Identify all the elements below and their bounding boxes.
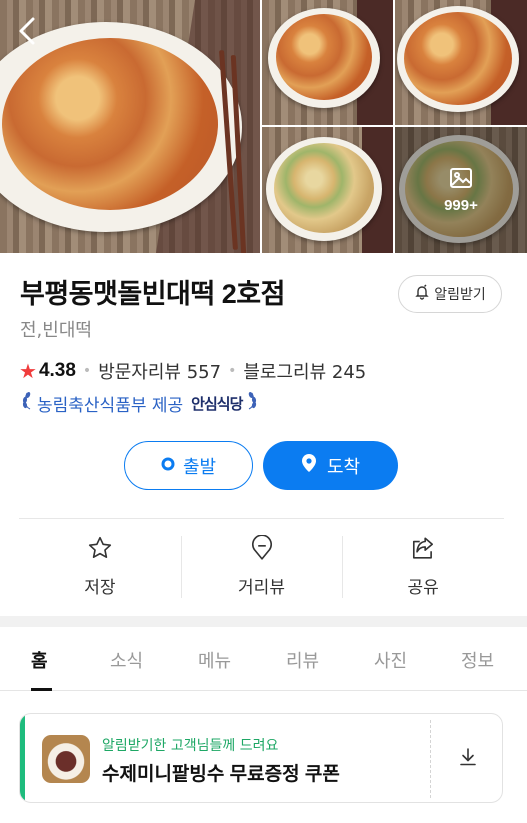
gallery-photo[interactable] (262, 0, 393, 125)
review-stats: ★ 4.38 • 방문자리뷰 557 • 블로그리뷰 245 (19, 358, 366, 384)
image-icon (449, 167, 473, 193)
gallery-photo[interactable] (395, 0, 527, 125)
notify-button[interactable]: 알림받기 (398, 275, 502, 313)
gallery-photo[interactable] (262, 127, 393, 253)
place-name: 부평동맷돌빈대떡 2호점 (20, 279, 285, 309)
tab-menu[interactable]: 메뉴 (198, 647, 231, 673)
star-outline-icon (87, 535, 113, 565)
bell-icon (414, 284, 430, 304)
back-button[interactable] (14, 14, 42, 48)
section-gap (0, 616, 527, 627)
divider (19, 518, 504, 519)
share-icon (410, 535, 436, 565)
tab-info[interactable]: 정보 (461, 647, 494, 673)
depart-label: 출발 (182, 456, 217, 478)
separator-dot: • (228, 363, 237, 379)
place-category: 전,빈대떡 (20, 320, 92, 341)
share-button[interactable]: 공유 (342, 533, 504, 601)
share-label: 공유 (407, 578, 439, 598)
visitor-reviews-link[interactable]: 방문자리뷰 557 (98, 358, 221, 384)
origin-dot-icon (161, 455, 175, 476)
photo-gallery: 999+ (0, 0, 527, 253)
download-icon (457, 746, 479, 772)
coupon-subtitle: 알림받기한 고객님들께 드려요 (102, 738, 279, 754)
arrive-button[interactable]: 도착 (263, 441, 398, 490)
coupon-title: 수제미니팥빙수 무료증정 쿠폰 (102, 764, 340, 785)
chevron-left-icon (14, 17, 42, 52)
coupon-accent-bar (20, 714, 25, 802)
blog-reviews-link[interactable]: 블로그리뷰 245 (243, 358, 366, 384)
tab-home[interactable]: 홈 (31, 647, 48, 673)
save-label: 저장 (84, 578, 116, 598)
separator-dot: • (82, 363, 92, 379)
action-bar: 저장 거리뷰 공유 (19, 533, 504, 601)
notify-label: 알림받기 (434, 287, 486, 303)
photo-count: 999+ (444, 196, 478, 214)
safe-restaurant-badge[interactable]: 농림축산식품부 제공 안심식당 (19, 391, 260, 416)
badge-text: 농림축산식품부 제공 (37, 396, 184, 416)
star-icon: ★ (19, 359, 37, 383)
tab-photos[interactable]: 사진 (374, 647, 407, 673)
coupon-download-button[interactable] (431, 714, 502, 802)
laurel-right-icon (246, 391, 260, 416)
arrive-label: 도착 (326, 456, 361, 478)
badge-brand: 안심식당 (191, 395, 243, 413)
laurel-left-icon (19, 391, 33, 416)
coupon-card[interactable]: 알림받기한 고객님들께 드려요 수제미니팥빙수 무료증정 쿠폰 (19, 713, 503, 803)
gallery-photo-more[interactable]: 999+ (395, 127, 527, 253)
depart-button[interactable]: 출발 (124, 441, 253, 490)
coupon-thumbnail (42, 735, 90, 783)
tab-news[interactable]: 소식 (110, 647, 143, 673)
map-pin-icon (301, 453, 317, 478)
active-tab-indicator (31, 688, 52, 691)
save-button[interactable]: 저장 (19, 533, 181, 601)
street-view-label: 거리뷰 (238, 578, 285, 598)
tab-bar: 홈 소식 메뉴 리뷰 사진 정보 (0, 627, 527, 691)
rating-value: 4.38 (38, 360, 76, 381)
location-marker-icon (249, 534, 275, 565)
street-view-button[interactable]: 거리뷰 (180, 533, 343, 601)
tab-reviews[interactable]: 리뷰 (286, 647, 319, 673)
